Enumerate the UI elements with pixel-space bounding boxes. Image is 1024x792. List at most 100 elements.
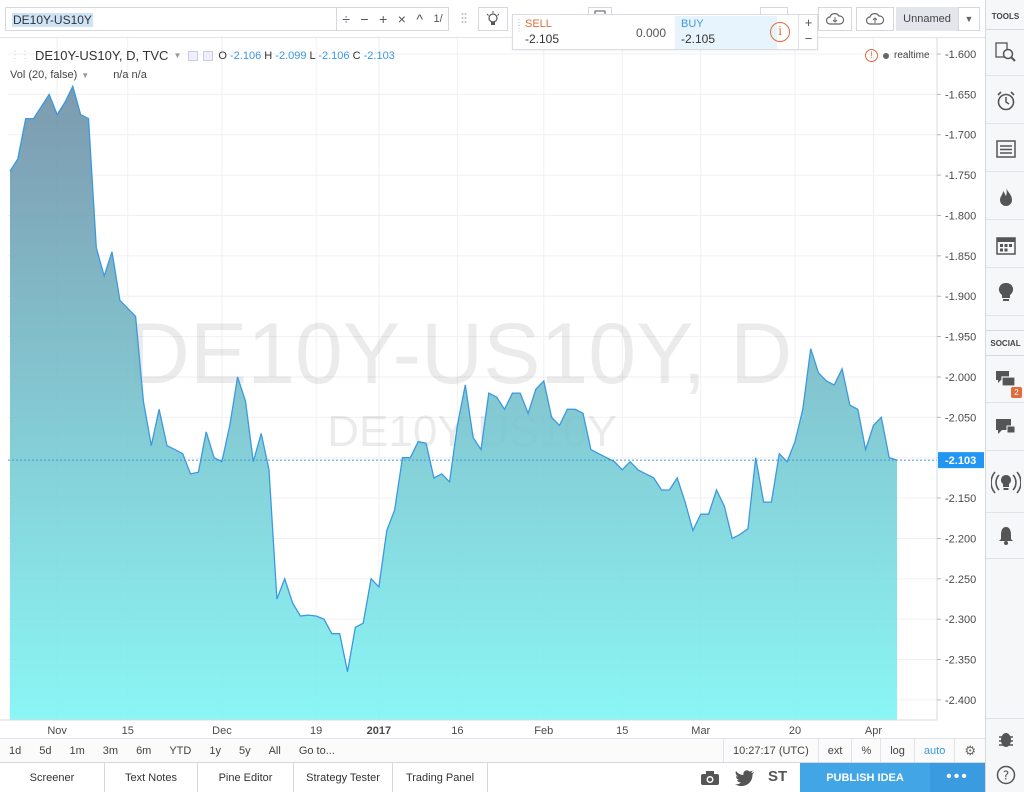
twitter-icon[interactable]: [735, 770, 755, 789]
chat-icon[interactable]: 2: [986, 357, 1024, 403]
indicators-button[interactable]: [478, 7, 508, 31]
watchlist-icon[interactable]: [986, 126, 1024, 172]
alarm-icon[interactable]: [986, 78, 1024, 124]
data-point: [606, 457, 608, 459]
x-tick-label: Mar: [691, 725, 710, 737]
bug-icon[interactable]: [986, 718, 1024, 758]
extended-hours-toggle[interactable]: ext: [817, 739, 852, 763]
subtract-button[interactable]: −: [360, 11, 368, 27]
timeframe-1y[interactable]: 1y: [200, 745, 230, 757]
drag-handle-icon[interactable]: ⋮ ⋮: [515, 19, 523, 46]
camera-icon[interactable]: [700, 770, 720, 789]
timeframe-5d[interactable]: 5d: [30, 745, 60, 757]
data-point: [849, 404, 851, 406]
layout-name[interactable]: Unnamed: [896, 7, 958, 31]
power-button[interactable]: ^: [416, 11, 423, 27]
log-scale-toggle[interactable]: log: [880, 739, 914, 763]
percent-scale-toggle[interactable]: %: [851, 739, 880, 763]
clock[interactable]: 10:27:17 (UTC): [722, 739, 818, 763]
visibility-icon[interactable]: [203, 50, 214, 61]
more-options-button[interactable]: •••: [930, 763, 985, 792]
chevron-down-icon[interactable]: ▼: [81, 71, 89, 80]
tab-text-notes[interactable]: Text Notes: [105, 763, 198, 792]
quantity-stepper[interactable]: + −: [798, 15, 818, 49]
decrease-button[interactable]: −: [799, 31, 818, 47]
price-chart[interactable]: DE10Y-US10Y, DDE10Y-US10Y-1.600-1.650-1.…: [0, 38, 985, 738]
compare-button[interactable]: [455, 7, 473, 31]
y-tick-label: -1.850: [945, 251, 976, 263]
stocktwits-icon[interactable]: ST: [768, 768, 787, 785]
load-layout-button[interactable]: [818, 7, 852, 31]
sell-button[interactable]: SELL -2.105: [525, 18, 621, 48]
drag-icon[interactable]: ⋮⋮: [10, 50, 30, 61]
multiply-button[interactable]: ×: [398, 11, 406, 27]
search-icon[interactable]: [986, 30, 1024, 76]
goto-date-button[interactable]: Go to...: [290, 745, 344, 757]
data-point: [331, 633, 333, 635]
y-tick-label: -1.900: [945, 291, 976, 303]
settings-icon[interactable]: [188, 50, 199, 61]
data-point: [621, 469, 623, 471]
reciprocal-button[interactable]: 1/: [433, 13, 442, 25]
timeframe-5y[interactable]: 5y: [230, 745, 260, 757]
chevron-down-icon[interactable]: ▼: [173, 51, 181, 60]
increase-button[interactable]: +: [799, 15, 818, 31]
series-title[interactable]: DE10Y-US10Y, D, TVC: [35, 48, 168, 63]
data-point: [425, 442, 427, 444]
data-point: [347, 671, 349, 673]
chevron-down-icon[interactable]: ▼: [958, 7, 980, 31]
timeframe-3m[interactable]: 3m: [94, 745, 127, 757]
timeframe-6m[interactable]: 6m: [127, 745, 160, 757]
data-point: [433, 477, 435, 479]
data-point: [64, 102, 66, 104]
publish-idea-button[interactable]: PUBLISH IDEA: [800, 763, 930, 792]
add-button[interactable]: +: [379, 11, 387, 27]
data-point: [229, 425, 231, 427]
data-point: [724, 505, 726, 507]
data-point: [559, 425, 561, 427]
buy-label: BUY: [681, 18, 704, 30]
ideas-icon[interactable]: [986, 270, 1024, 316]
data-point: [888, 457, 890, 459]
data-point: [339, 633, 341, 635]
divide-button[interactable]: ÷: [342, 11, 350, 27]
tab-strategy-tester[interactable]: Strategy Tester: [294, 763, 393, 792]
buy-button[interactable]: BUY -2.105: [675, 16, 777, 49]
right-sidebar: TOOLS SOCIAL 2 ?: [985, 0, 1024, 792]
data-point: [25, 118, 27, 120]
x-tick-label: Apr: [865, 725, 882, 737]
timeframe-1d[interactable]: 1d: [0, 745, 30, 757]
calendar-icon[interactable]: [986, 222, 1024, 268]
volume-title[interactable]: Vol (20, false): [10, 69, 77, 81]
tab-pine-editor[interactable]: Pine Editor: [198, 763, 294, 792]
timeframe-ytd[interactable]: YTD: [160, 745, 200, 757]
open-value: -2.106: [230, 49, 262, 62]
data-point: [103, 275, 105, 277]
timeframe-all[interactable]: All: [260, 745, 290, 757]
data-point: [802, 408, 804, 410]
streams-icon[interactable]: [986, 453, 1024, 513]
svg-text:?: ?: [1002, 769, 1008, 783]
warning-icon[interactable]: !: [865, 49, 878, 62]
data-point: [33, 118, 35, 120]
notifications-icon[interactable]: [986, 513, 1024, 559]
volume-legend: Vol (20, false) ▼ n/a n/a: [10, 69, 147, 81]
data-point: [300, 615, 302, 617]
settings-gear-icon[interactable]: ⚙: [954, 739, 985, 763]
symbol-search-input[interactable]: DE10Y-US10Y: [5, 7, 337, 31]
auto-scale-toggle[interactable]: auto: [913, 739, 954, 763]
help-icon[interactable]: ?: [986, 758, 1024, 792]
status-dot: [883, 52, 889, 59]
timeframe-1m[interactable]: 1m: [61, 745, 94, 757]
data-point: [661, 489, 663, 491]
tab-screener[interactable]: Screener: [0, 763, 105, 792]
data-point: [818, 372, 820, 374]
tab-trading-panel[interactable]: Trading Panel: [393, 763, 488, 792]
info-icon[interactable]: i: [770, 22, 790, 42]
open-label: O: [218, 49, 227, 62]
hotlist-icon[interactable]: [986, 174, 1024, 220]
data-point: [41, 106, 43, 108]
chart-pane[interactable]: DE10Y-US10Y, DDE10Y-US10Y-1.600-1.650-1.…: [0, 38, 985, 738]
private-chat-icon[interactable]: [986, 405, 1024, 451]
save-layout-button[interactable]: [856, 7, 894, 31]
